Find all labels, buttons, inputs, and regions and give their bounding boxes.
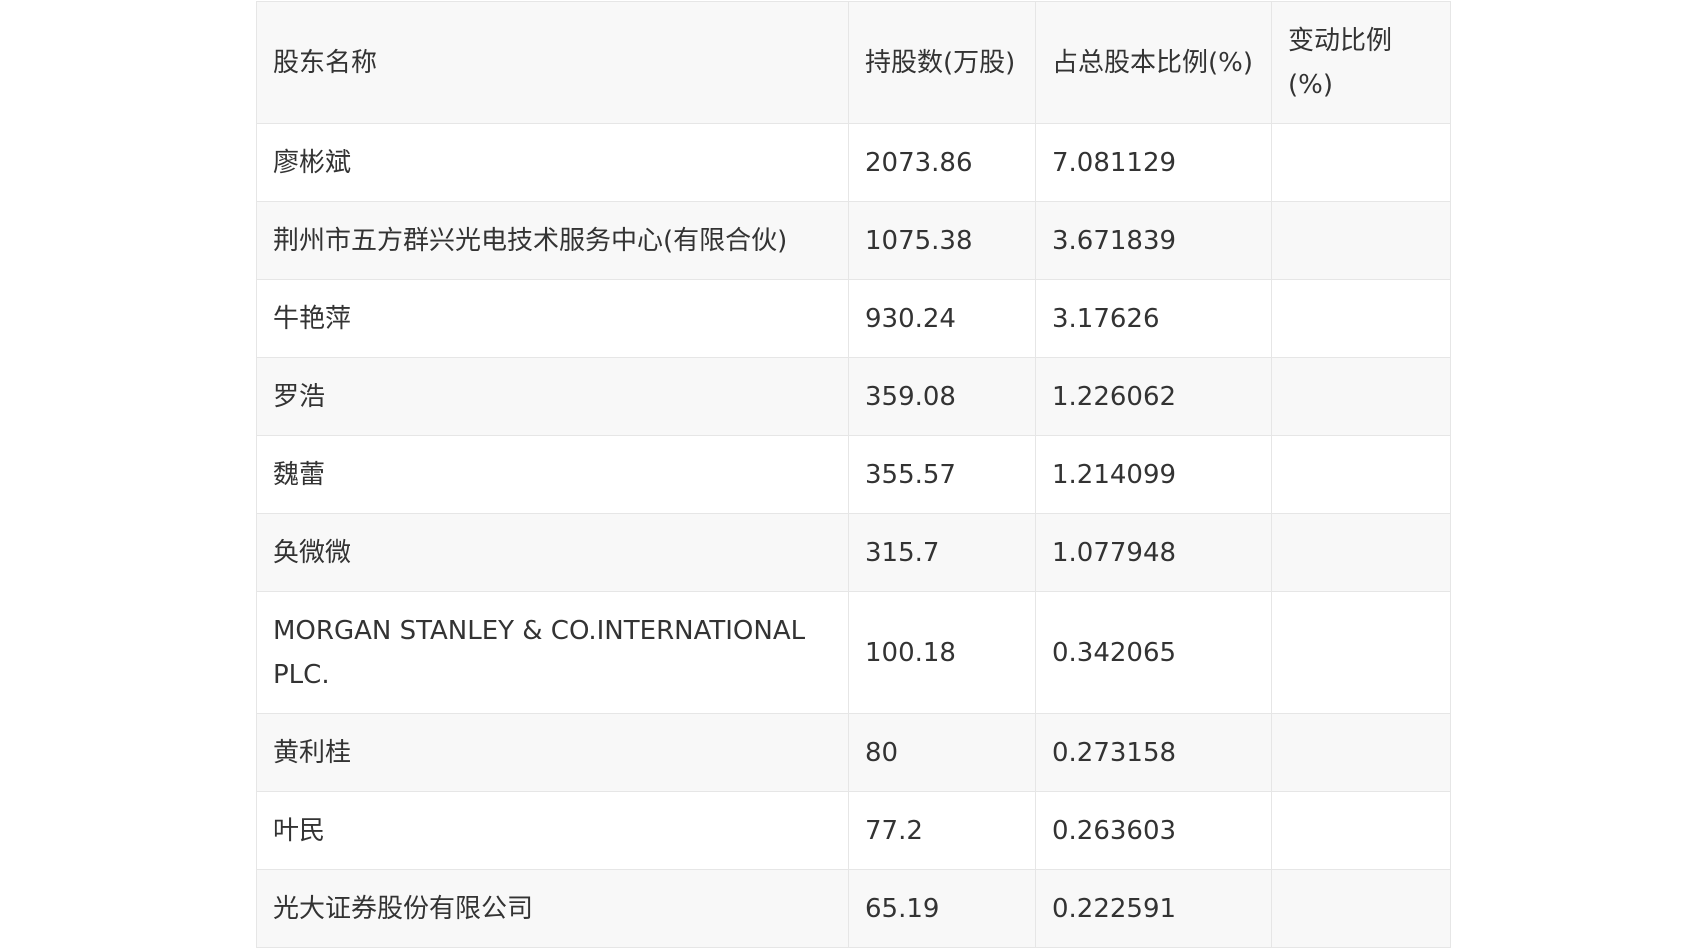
- table-row: 荆州市五方群兴光电技术服务中心(有限合伙) 1075.38 3.671839: [256, 201, 1451, 280]
- cell-shareholder-name: 罗浩: [256, 357, 849, 436]
- cell-share-ratio: 0.342065: [1035, 591, 1272, 714]
- table-row: 牛艳萍 930.24 3.17626: [256, 279, 1451, 358]
- cell-share-ratio: 0.273158: [1035, 713, 1272, 792]
- cell-shares-held: 355.57: [848, 435, 1036, 514]
- cell-change-ratio: [1271, 279, 1451, 358]
- cell-shareholder-name: 牛艳萍: [256, 279, 849, 358]
- cell-shareholder-name: 廖彬斌: [256, 123, 849, 202]
- cell-shareholder-name: 奂微微: [256, 513, 849, 592]
- header-shares-held: 持股数(万股): [848, 1, 1036, 124]
- shareholder-table: 股东名称 持股数(万股) 占总股本比例(%) 变动比例(%) 廖彬斌 2073.…: [256, 1, 1451, 948]
- cell-change-ratio: [1271, 591, 1451, 714]
- header-share-ratio: 占总股本比例(%): [1035, 1, 1272, 124]
- cell-shareholder-name: 黄利桂: [256, 713, 849, 792]
- cell-shares-held: 359.08: [848, 357, 1036, 436]
- cell-change-ratio: [1271, 201, 1451, 280]
- cell-shares-held: 80: [848, 713, 1036, 792]
- cell-change-ratio: [1271, 123, 1451, 202]
- table-row: 廖彬斌 2073.86 7.081129: [256, 123, 1451, 202]
- cell-share-ratio: 0.222591: [1035, 869, 1272, 948]
- cell-shareholder-name: 魏蕾: [256, 435, 849, 514]
- table-row: 罗浩 359.08 1.226062: [256, 357, 1451, 436]
- cell-change-ratio: [1271, 357, 1451, 436]
- cell-shares-held: 100.18: [848, 591, 1036, 714]
- cell-change-ratio: [1271, 869, 1451, 948]
- table-header-row: 股东名称 持股数(万股) 占总股本比例(%) 变动比例(%): [256, 1, 1451, 124]
- cell-change-ratio: [1271, 713, 1451, 792]
- cell-shares-held: 930.24: [848, 279, 1036, 358]
- header-shareholder-name: 股东名称: [256, 1, 849, 124]
- table-row: 光大证券股份有限公司 65.19 0.222591: [256, 869, 1451, 948]
- cell-shares-held: 77.2: [848, 791, 1036, 870]
- header-change-ratio: 变动比例(%): [1271, 1, 1451, 124]
- cell-share-ratio: 1.214099: [1035, 435, 1272, 514]
- cell-shareholder-name: MORGAN STANLEY & CO.INTERNATIONAL PLC.: [256, 591, 849, 714]
- cell-change-ratio: [1271, 513, 1451, 592]
- cell-share-ratio: 7.081129: [1035, 123, 1272, 202]
- cell-change-ratio: [1271, 791, 1451, 870]
- cell-share-ratio: 1.226062: [1035, 357, 1272, 436]
- table-row: 奂微微 315.7 1.077948: [256, 513, 1451, 592]
- cell-share-ratio: 3.671839: [1035, 201, 1272, 280]
- cell-share-ratio: 1.077948: [1035, 513, 1272, 592]
- cell-share-ratio: 3.17626: [1035, 279, 1272, 358]
- cell-share-ratio: 0.263603: [1035, 791, 1272, 870]
- table-row: 黄利桂 80 0.273158: [256, 713, 1451, 792]
- cell-shares-held: 2073.86: [848, 123, 1036, 202]
- shareholder-table-container: 股东名称 持股数(万股) 占总股本比例(%) 变动比例(%) 廖彬斌 2073.…: [256, 1, 1451, 948]
- table-row: 魏蕾 355.57 1.214099: [256, 435, 1451, 514]
- cell-change-ratio: [1271, 435, 1451, 514]
- cell-shares-held: 315.7: [848, 513, 1036, 592]
- cell-shares-held: 1075.38: [848, 201, 1036, 280]
- cell-shareholder-name: 叶民: [256, 791, 849, 870]
- cell-shares-held: 65.19: [848, 869, 1036, 948]
- table-row: MORGAN STANLEY & CO.INTERNATIONAL PLC. 1…: [256, 591, 1451, 714]
- table-row: 叶民 77.2 0.263603: [256, 791, 1451, 870]
- cell-shareholder-name: 荆州市五方群兴光电技术服务中心(有限合伙): [256, 201, 849, 280]
- cell-shareholder-name: 光大证券股份有限公司: [256, 869, 849, 948]
